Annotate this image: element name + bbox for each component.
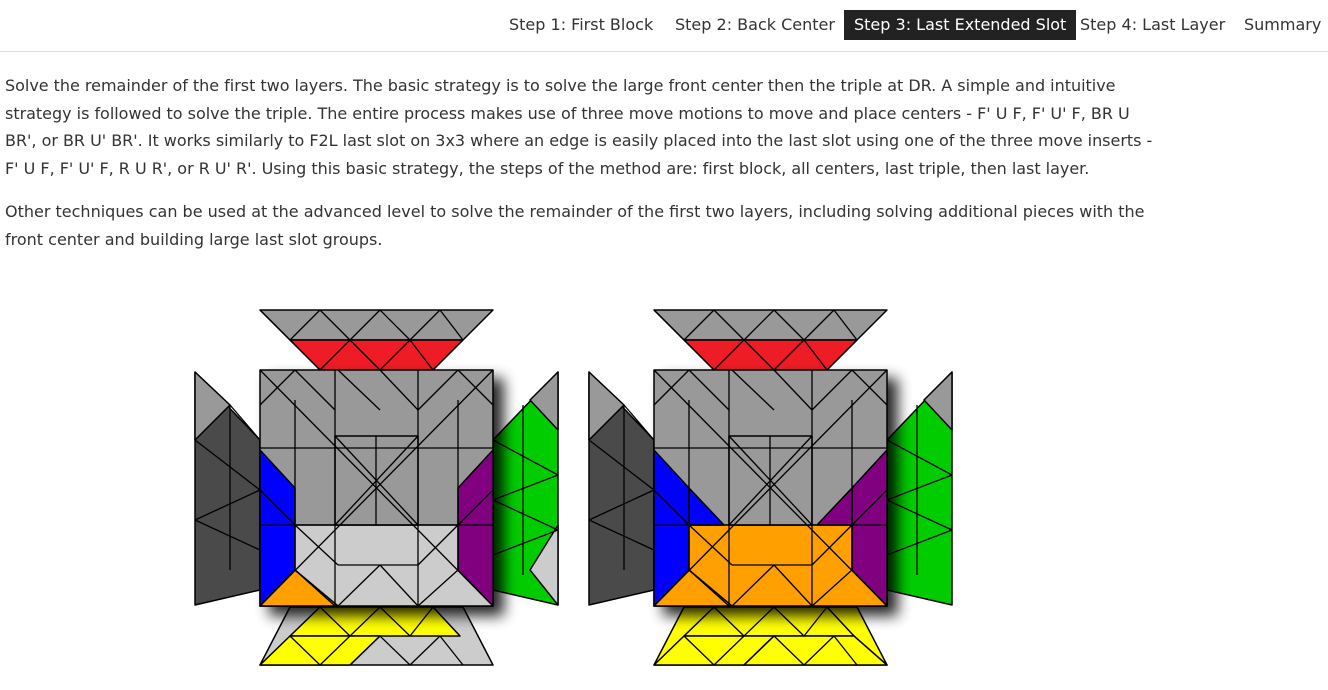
tab-step-1[interactable]: Step 1: First Block: [499, 10, 663, 40]
paragraph-advanced: Other techniques can be used at the adva…: [5, 202, 1145, 249]
tab-summary[interactable]: Summary: [1234, 10, 1328, 40]
tab-step-2[interactable]: Step 2: Back Center: [665, 10, 845, 40]
tab-step-3[interactable]: Step 3: Last Extended Slot: [844, 10, 1077, 40]
puzzle-diagram-before: [194, 309, 559, 666]
paragraph-strategy: Solve the remainder of the first two lay…: [5, 76, 1153, 178]
tab-step-4[interactable]: Step 4: Last Layer: [1070, 10, 1235, 40]
puzzle-diagram-after: [588, 309, 953, 666]
top-nav: Step 1: First Block Step 2: Back Center …: [0, 0, 1328, 52]
front-face: [653, 369, 888, 607]
step-description: Solve the remainder of the first two lay…: [5, 72, 1155, 269]
front-face: [259, 369, 494, 607]
